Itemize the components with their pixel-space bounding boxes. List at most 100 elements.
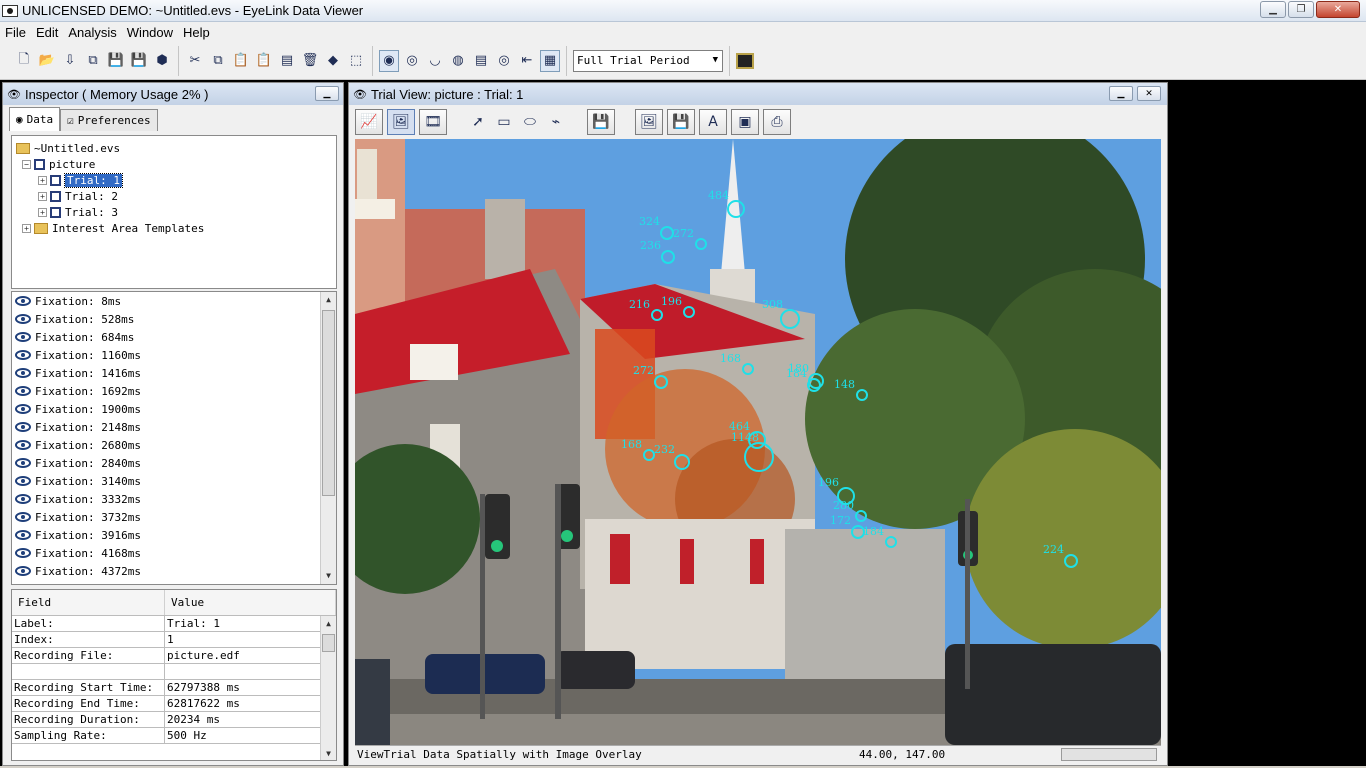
list-item[interactable]: Fixation: 528ms bbox=[12, 310, 336, 328]
list-item[interactable]: Fixation: 1416ms bbox=[12, 364, 336, 382]
close-button[interactable]: ✕ bbox=[1316, 1, 1360, 18]
rectangle-ia-icon[interactable]: ▭ bbox=[493, 109, 515, 135]
scroll-up-icon[interactable]: ▲ bbox=[321, 292, 336, 308]
paste-icon[interactable]: 📋 bbox=[231, 50, 251, 72]
spatial-overlay-icon[interactable]: 🖼 bbox=[387, 109, 415, 135]
tree-interest-area-templates[interactable]: + Interest Area Templates bbox=[16, 220, 336, 236]
paste-special-icon[interactable]: 📋 bbox=[254, 50, 274, 72]
tree-trial-3[interactable]: + Trial: 3 bbox=[16, 204, 336, 220]
scrollbar-thumb[interactable] bbox=[322, 310, 335, 496]
new-file-icon[interactable]: 🗋 bbox=[14, 50, 34, 72]
green-light bbox=[561, 530, 573, 542]
blink-eye-icon[interactable]: ◡ bbox=[425, 50, 445, 72]
menu-help[interactable]: Help bbox=[178, 25, 215, 40]
save-ia-icon[interactable]: 💾 bbox=[587, 109, 615, 135]
save-icon[interactable]: 💾 bbox=[106, 50, 126, 72]
table-row[interactable]: Index: 1 bbox=[12, 632, 336, 648]
expand-icon[interactable]: + bbox=[38, 207, 47, 217]
scrollbar-thumb[interactable] bbox=[322, 634, 335, 652]
tree-session[interactable]: − picture bbox=[16, 156, 336, 172]
tree-root[interactable]: ~Untitled.evs bbox=[16, 140, 336, 156]
tab-data[interactable]: ◉ Data bbox=[9, 107, 61, 131]
import-icon[interactable]: ⇩ bbox=[60, 50, 80, 72]
save-image-icon[interactable]: 💾 bbox=[667, 109, 695, 135]
restore-button[interactable]: ❐ bbox=[1288, 1, 1314, 18]
fixation-eye-icon[interactable]: ◉ bbox=[379, 49, 399, 72]
field-cell: Recording Duration: bbox=[12, 712, 165, 727]
menu-file[interactable]: File bbox=[0, 25, 31, 40]
animation-icon[interactable]: 🎞 bbox=[419, 109, 447, 135]
list-item[interactable]: Fixation: 2148ms bbox=[12, 418, 336, 436]
inspector-minimize-button[interactable]: ▁ bbox=[315, 86, 339, 101]
list-item[interactable]: Fixation: 1900ms bbox=[12, 400, 336, 418]
fixation-eye-icon bbox=[15, 566, 31, 576]
list-item[interactable]: Fixation: 8ms bbox=[12, 292, 336, 310]
clipboard-icon[interactable]: ▤ bbox=[277, 50, 297, 72]
list-item[interactable]: Fixation: 3140ms bbox=[12, 472, 336, 490]
minimize-button[interactable]: ▁ bbox=[1260, 1, 1286, 18]
list-item[interactable]: Fixation: 3332ms bbox=[12, 490, 336, 508]
background-image-icon[interactable]: 🖼 bbox=[635, 109, 663, 135]
menu-edit[interactable]: Edit bbox=[31, 25, 63, 40]
interest-area-icon[interactable]: ▦ bbox=[540, 49, 560, 72]
list-item[interactable]: Fixation: 4168ms bbox=[12, 544, 336, 562]
image-icon[interactable]: ▣ bbox=[731, 109, 759, 135]
properties-scrollbar[interactable]: ▲ ▼ bbox=[320, 616, 336, 760]
collapse-icon[interactable]: − bbox=[22, 159, 31, 169]
trial-view-close-button[interactable]: ✕ bbox=[1137, 86, 1161, 101]
list-item[interactable]: Fixation: 2840ms bbox=[12, 454, 336, 472]
list-item[interactable]: Fixation: 2680ms bbox=[12, 436, 336, 454]
table-row[interactable]: Recording End Time: 62817622 ms bbox=[12, 696, 336, 712]
list-item[interactable]: Fixation: 3916ms bbox=[12, 526, 336, 544]
temporal-graph-icon[interactable]: 📈 bbox=[355, 109, 383, 135]
table-row[interactable] bbox=[12, 664, 336, 680]
chip-icon[interactable] bbox=[736, 52, 754, 69]
select-arrow-icon[interactable]: ➚ bbox=[467, 109, 489, 135]
save-as-icon[interactable]: 💾 bbox=[129, 50, 149, 72]
table-row[interactable]: Recording File: picture.edf bbox=[12, 648, 336, 664]
menu-analysis[interactable]: Analysis bbox=[63, 25, 121, 40]
copy-icon[interactable]: ⧉ bbox=[208, 50, 228, 72]
saccade-eye-icon[interactable]: ◎ bbox=[402, 50, 422, 72]
table-row[interactable]: Label: Trial: 1 bbox=[12, 616, 336, 632]
menu-window[interactable]: Window bbox=[122, 25, 178, 40]
open-folder-icon[interactable]: 📂 bbox=[37, 50, 57, 72]
scroll-down-icon[interactable]: ▼ bbox=[321, 746, 336, 760]
expand-icon[interactable]: + bbox=[22, 223, 31, 233]
target-icon[interactable]: ◎ bbox=[494, 50, 514, 72]
copy-file-icon[interactable]: ⧉ bbox=[83, 50, 103, 72]
sample-eye-icon[interactable]: ◍ bbox=[448, 50, 468, 72]
export-icon[interactable]: ⎙ bbox=[763, 109, 791, 135]
list-item[interactable]: Fixation: 4372ms bbox=[12, 562, 336, 580]
tree-trial-2[interactable]: + Trial: 2 bbox=[16, 188, 336, 204]
list-item[interactable]: Fixation: 3732ms bbox=[12, 508, 336, 526]
trial-image-canvas[interactable]: 484 324 236 272 216 196 308 272 168 180 184 148 464 1… bbox=[355, 139, 1161, 745]
select-region-icon[interactable]: ⬚ bbox=[346, 50, 366, 72]
input-icon[interactable]: ⇤ bbox=[517, 50, 537, 72]
trial-period-select[interactable]: Full Trial Period ▼ bbox=[573, 49, 723, 72]
text-ia-icon[interactable]: A bbox=[699, 109, 727, 135]
eraser-icon[interactable]: ◆ bbox=[323, 50, 343, 72]
trial-view-minimize-button[interactable]: ▁ bbox=[1109, 86, 1133, 101]
list-item[interactable]: Fixation: 684ms bbox=[12, 328, 336, 346]
field-column-header[interactable]: Field bbox=[12, 590, 165, 615]
table-row[interactable]: Recording Start Time: 62797388 ms bbox=[12, 680, 336, 696]
message-icon[interactable]: ▤ bbox=[471, 50, 491, 72]
tree-trial-1[interactable]: + Trial: 1 bbox=[16, 172, 336, 188]
freehand-ia-icon[interactable]: ⌁ bbox=[545, 109, 567, 135]
delete-icon[interactable]: 🗑 bbox=[300, 50, 320, 72]
list-item[interactable]: Fixation: 1692ms bbox=[12, 382, 336, 400]
package-icon[interactable]: ⬢ bbox=[152, 50, 172, 72]
ellipse-ia-icon[interactable]: ⬭ bbox=[519, 109, 541, 135]
tab-preferences[interactable]: ☑ Preferences bbox=[60, 109, 158, 131]
expand-icon[interactable]: + bbox=[38, 175, 47, 185]
list-item[interactable]: Fixation: 1160ms bbox=[12, 346, 336, 364]
cut-icon[interactable]: ✂ bbox=[185, 50, 205, 72]
scroll-up-icon[interactable]: ▲ bbox=[321, 616, 336, 632]
expand-icon[interactable]: + bbox=[38, 191, 47, 201]
table-row[interactable]: Recording Duration: 20234 ms bbox=[12, 712, 336, 728]
fixation-list-scrollbar[interactable]: ▲ ▼ bbox=[320, 292, 336, 584]
value-column-header[interactable]: Value bbox=[165, 590, 336, 615]
scroll-down-icon[interactable]: ▼ bbox=[321, 568, 336, 584]
table-row[interactable]: Sampling Rate: 500 Hz bbox=[12, 728, 336, 744]
